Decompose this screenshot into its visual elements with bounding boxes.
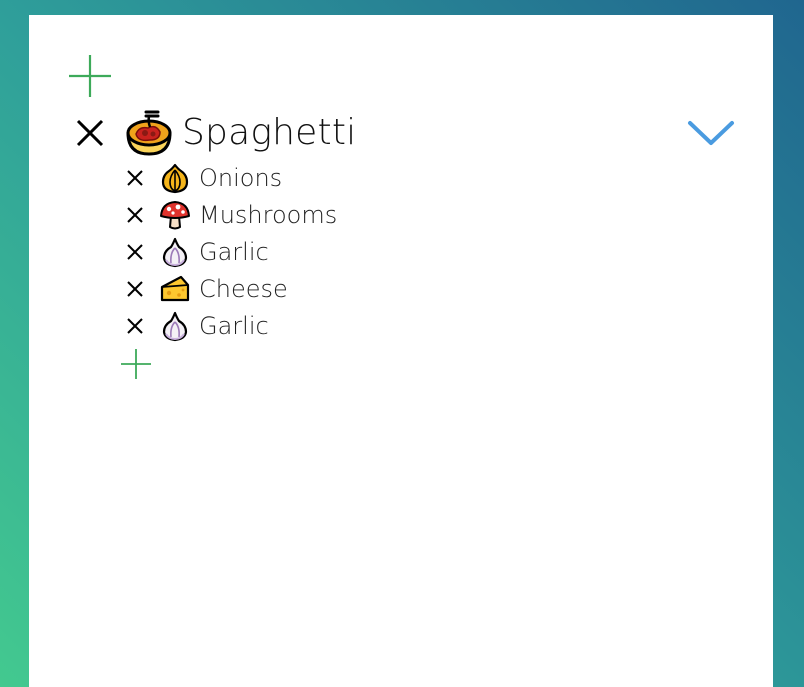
remove-ingredient-button[interactable]	[125, 316, 145, 336]
ingredient-item: Garlic	[125, 233, 337, 270]
remove-recipe-button[interactable]	[74, 117, 106, 149]
close-icon	[127, 169, 143, 186]
recipe-name: Spaghetti	[182, 112, 357, 153]
close-icon	[127, 280, 143, 297]
cheese-icon	[159, 273, 191, 305]
ingredient-label: Onions	[199, 163, 283, 192]
remove-ingredient-button[interactable]	[125, 242, 145, 262]
recipe-row: Spaghetti	[74, 107, 356, 159]
ingredient-label: Garlic	[199, 237, 269, 266]
plus-icon	[69, 55, 111, 97]
ingredient-label: Mushrooms	[199, 200, 338, 229]
garlic-icon	[159, 310, 191, 342]
recipe-panel: Spaghetti Onions Mushrooms Garlic Cheese…	[29, 15, 773, 687]
ingredient-label: Garlic	[199, 311, 269, 340]
ingredient-item: Cheese	[125, 270, 337, 307]
mushroom-icon	[159, 199, 191, 231]
add-recipe-button[interactable]	[67, 53, 113, 99]
chevron-down-icon	[688, 121, 734, 145]
close-icon	[127, 243, 143, 260]
close-icon	[127, 317, 143, 334]
ingredient-item: Garlic	[125, 307, 337, 344]
remove-ingredient-button[interactable]	[125, 205, 145, 225]
onion-icon	[159, 162, 191, 194]
ingredient-item: Mushrooms	[125, 196, 337, 233]
plus-icon	[121, 349, 151, 379]
close-icon	[76, 119, 104, 147]
remove-ingredient-button[interactable]	[125, 279, 145, 299]
add-ingredient-button[interactable]	[119, 347, 153, 381]
close-icon	[127, 206, 143, 223]
ingredient-label: Cheese	[199, 274, 288, 303]
spaghetti-icon	[124, 108, 174, 158]
ingredient-item: Onions	[125, 159, 337, 196]
remove-ingredient-button[interactable]	[125, 168, 145, 188]
garlic-icon	[159, 236, 191, 268]
ingredient-list: Onions Mushrooms Garlic Cheese Garlic	[125, 159, 337, 344]
expand-recipe-button[interactable]	[687, 115, 735, 149]
